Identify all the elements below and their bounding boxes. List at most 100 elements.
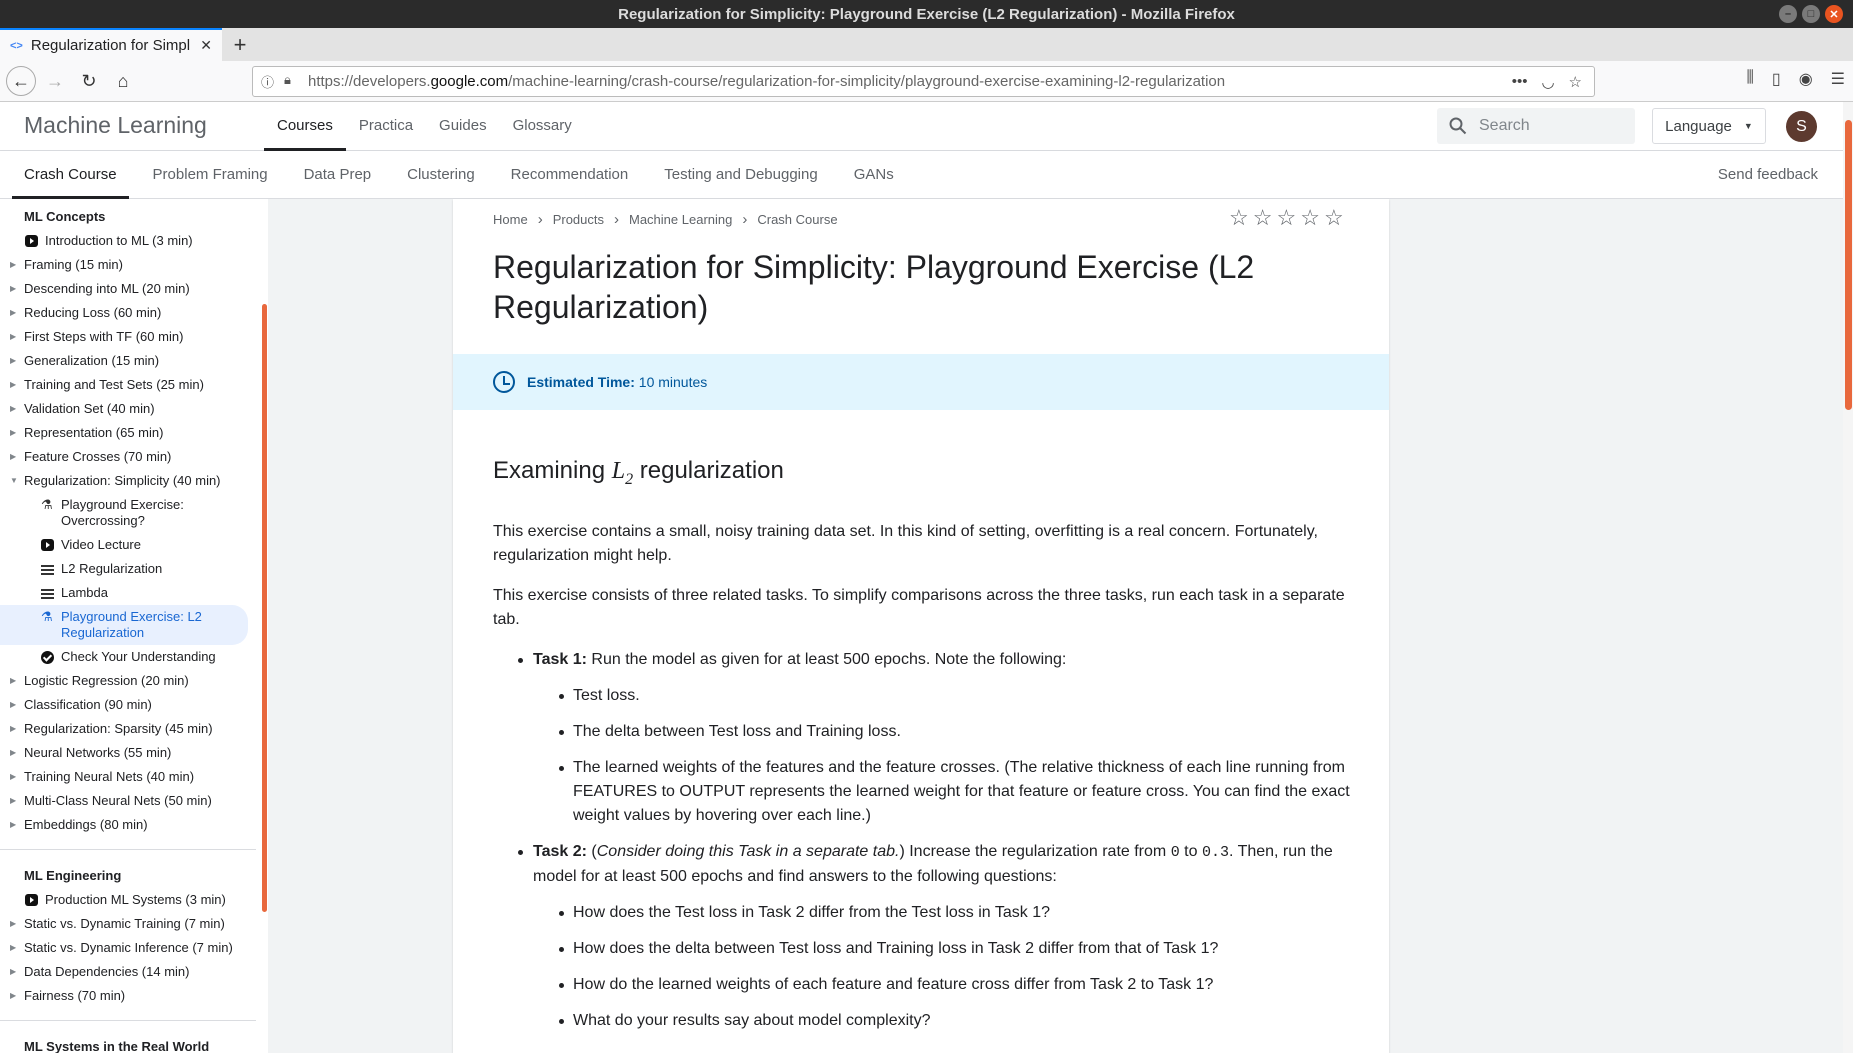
breadcrumb-home[interactable]: Home <box>493 212 528 227</box>
breadcrumb-machine-learning[interactable]: Machine Learning <box>629 212 732 227</box>
tab-data-prep[interactable]: Data Prep <box>292 151 384 199</box>
star-icon[interactable]: ☆ <box>1253 205 1273 231</box>
tab-clustering[interactable]: Clustering <box>395 151 487 199</box>
expand-caret-icon[interactable]: ▶ <box>10 936 16 960</box>
sidebar-toggle-icon[interactable]: ▯ <box>1772 69 1781 89</box>
sidebar-subitem[interactable]: L2 Regularization <box>0 557 268 581</box>
sidebar-item[interactable]: ▶ Logistic Regression (20 min) <box>0 669 268 693</box>
sidebar-item[interactable]: ▶ Framing (15 min) <box>0 253 268 277</box>
sidebar-subitem-active[interactable]: ⚗ Playground Exercise: L2 Regularization <box>0 605 248 645</box>
sidebar-item-expanded[interactable]: ▼ Regularization: Simplicity (40 min) <box>0 469 268 493</box>
sidebar-item[interactable]: ▶ Generalization (15 min) <box>0 349 268 373</box>
page-scrollbar-thumb[interactable] <box>1845 120 1852 410</box>
breadcrumb-crash-course[interactable]: Crash Course <box>757 212 837 227</box>
tab-crash-course[interactable]: Crash Course <box>12 151 129 199</box>
expand-caret-icon[interactable]: ▶ <box>10 789 16 813</box>
sidebar-item[interactable]: ▶ Feature Crosses (70 min) <box>0 445 268 469</box>
expand-caret-icon[interactable]: ▶ <box>10 741 16 765</box>
close-tab-icon[interactable]: ✕ <box>200 37 212 54</box>
sub-nav: Crash Course Problem Framing Data Prep C… <box>0 151 1853 199</box>
info-icon[interactable]: ⓘ <box>261 72 274 91</box>
expand-caret-icon[interactable]: ▶ <box>10 421 16 445</box>
collapse-caret-icon[interactable]: ▼ <box>10 469 18 493</box>
url-bar[interactable]: ⓘ 🔒︎ https://developers.google.com/machi… <box>252 66 1595 97</box>
browser-tab[interactable]: <> Regularization for Simpl ✕ <box>0 28 222 61</box>
expand-caret-icon[interactable]: ▶ <box>10 765 16 789</box>
sidebar-item[interactable]: ▶ Fairness (70 min) <box>0 984 268 1008</box>
sidebar-item[interactable]: ▶ First Steps with TF (60 min) <box>0 325 268 349</box>
site-logo[interactable]: Machine Learning <box>24 112 207 139</box>
search-input[interactable]: Search <box>1437 108 1635 144</box>
sidebar-subitem[interactable]: ⚗ Playground Exercise: Overcrossing? <box>0 493 268 533</box>
sidebar-subitem[interactable]: Check Your Understanding <box>0 645 268 669</box>
sidebar-item[interactable]: ▶ Regularization: Sparsity (45 min) <box>0 717 268 741</box>
pocket-icon[interactable]: ◡ <box>1541 73 1554 91</box>
expand-caret-icon[interactable]: ▶ <box>10 301 16 325</box>
sidebar-item[interactable]: ▶ Static vs. Dynamic Inference (7 min) <box>0 936 268 960</box>
sidebar-item[interactable]: ▶ Static vs. Dynamic Training (7 min) <box>0 912 268 936</box>
sidebar-item[interactable]: Introduction to ML (3 min) <box>0 229 268 253</box>
library-icon[interactable]: ⫼ <box>1747 69 1754 89</box>
sidebar-item[interactable]: ▶ Multi-Class Neural Nets (50 min) <box>0 789 268 813</box>
page-actions-icon[interactable]: ••• <box>1512 73 1528 91</box>
expand-caret-icon[interactable]: ▶ <box>10 253 16 277</box>
expand-caret-icon[interactable]: ▶ <box>10 325 16 349</box>
top-nav-guides[interactable]: Guides <box>426 102 500 151</box>
tab-gans[interactable]: GANs <box>842 151 906 199</box>
sidebar-item[interactable]: ▶ Training Neural Nets (40 min) <box>0 765 268 789</box>
new-tab-button[interactable]: + <box>222 28 258 61</box>
lock-icon[interactable]: 🔒︎ <box>284 72 291 91</box>
sidebar-item[interactable]: ▶ Training and Test Sets (25 min) <box>0 373 268 397</box>
language-select[interactable]: Language ▼ <box>1652 108 1766 144</box>
sidebar-item[interactable]: Production ML Systems (3 min) <box>0 888 268 912</box>
sidebar-item[interactable]: ▶ Classification (90 min) <box>0 693 268 717</box>
expand-caret-icon[interactable]: ▶ <box>10 912 16 936</box>
expand-caret-icon[interactable]: ▶ <box>10 813 16 837</box>
expand-caret-icon[interactable]: ▶ <box>10 349 16 373</box>
sidebar-scrollbar[interactable] <box>262 304 267 912</box>
star-icon[interactable]: ☆ <box>1229 205 1249 231</box>
sidebar-item[interactable]: ▶ Embeddings (80 min) <box>0 813 268 837</box>
menu-icon[interactable]: ☰ <box>1831 69 1845 89</box>
expand-caret-icon[interactable]: ▶ <box>10 669 16 693</box>
close-window-button[interactable]: ✕ <box>1825 5 1843 23</box>
breadcrumb-products[interactable]: Products <box>553 212 604 227</box>
star-icon[interactable]: ☆ <box>1300 205 1320 231</box>
expand-caret-icon[interactable]: ▶ <box>10 984 16 1008</box>
expand-caret-icon[interactable]: ▶ <box>10 693 16 717</box>
sidebar-subitem[interactable]: Video Lecture <box>0 533 268 557</box>
sidebar-subitem[interactable]: Lambda <box>0 581 268 605</box>
tab-recommendation[interactable]: Recommendation <box>499 151 641 199</box>
reload-button[interactable]: ↻ <box>74 66 104 96</box>
top-nav-courses[interactable]: Courses <box>264 102 346 151</box>
send-feedback-link[interactable]: Send feedback <box>1718 151 1818 198</box>
avatar[interactable]: S <box>1786 111 1817 142</box>
top-nav-practica[interactable]: Practica <box>346 102 426 151</box>
forward-button[interactable]: → <box>40 66 70 96</box>
bookmark-star-icon[interactable]: ☆ <box>1569 73 1582 91</box>
maximize-button[interactable]: □ <box>1802 5 1820 23</box>
account-icon[interactable]: ◉ <box>1799 69 1813 89</box>
sidebar-item[interactable]: ▶ Representation (65 min) <box>0 421 268 445</box>
page-scrollbar[interactable] <box>1843 102 1853 1053</box>
sidebar-item[interactable]: ▶ Data Dependencies (14 min) <box>0 960 268 984</box>
expand-caret-icon[interactable]: ▶ <box>10 277 16 301</box>
expand-caret-icon[interactable]: ▶ <box>10 717 16 741</box>
star-icon[interactable]: ☆ <box>1324 205 1344 231</box>
minimize-button[interactable]: – <box>1779 5 1797 23</box>
sidebar-item[interactable]: ▶ Reducing Loss (60 min) <box>0 301 268 325</box>
star-icon[interactable]: ☆ <box>1276 205 1296 231</box>
sidebar-item[interactable]: ▶ Descending into ML (20 min) <box>0 277 268 301</box>
sidebar-item[interactable]: ▶ Neural Networks (55 min) <box>0 741 268 765</box>
expand-caret-icon[interactable]: ▶ <box>10 373 16 397</box>
expand-caret-icon[interactable]: ▶ <box>10 397 16 421</box>
back-button[interactable]: ← <box>6 66 36 96</box>
url-text[interactable]: https://developers.google.com/machine-le… <box>308 73 1512 90</box>
home-button[interactable]: ⌂ <box>108 66 138 96</box>
top-nav-glossary[interactable]: Glossary <box>500 102 585 151</box>
expand-caret-icon[interactable]: ▶ <box>10 445 16 469</box>
tab-testing-debugging[interactable]: Testing and Debugging <box>652 151 829 199</box>
expand-caret-icon[interactable]: ▶ <box>10 960 16 984</box>
tab-problem-framing[interactable]: Problem Framing <box>141 151 280 199</box>
sidebar-item[interactable]: ▶ Validation Set (40 min) <box>0 397 268 421</box>
